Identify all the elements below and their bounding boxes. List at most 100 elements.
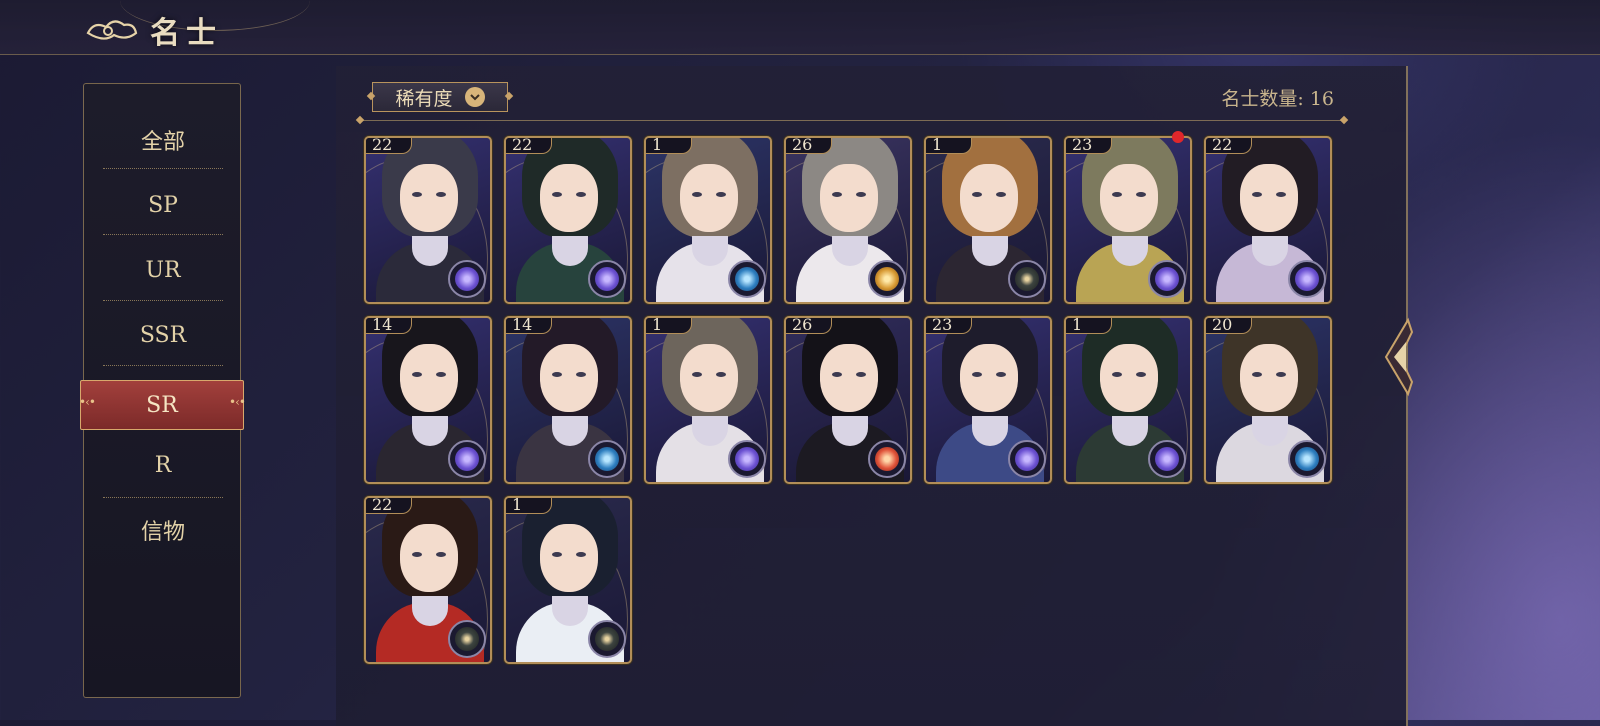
character-card[interactable]: 22 [504, 136, 632, 304]
level-badge: 22 [506, 138, 552, 154]
sidebar-item-tokens[interactable]: 信物 [102, 510, 224, 550]
level-badge: 1 [506, 498, 552, 514]
faction-orb [875, 267, 899, 291]
character-card[interactable]: 23 [1064, 136, 1192, 304]
character-card[interactable]: 23 [924, 316, 1052, 484]
portrait-eye [1136, 192, 1146, 197]
character-card[interactable]: 1 [644, 136, 772, 304]
faction-dark-icon [448, 620, 486, 658]
portrait-eye [1276, 192, 1286, 197]
level-badge: 22 [366, 498, 412, 514]
faction-orb [455, 447, 479, 471]
faction-orb [455, 627, 479, 651]
faction-blue-icon [588, 440, 626, 478]
portrait-eye [1112, 372, 1122, 377]
character-card[interactable]: 22 [364, 136, 492, 304]
character-card[interactable]: 14 [364, 316, 492, 484]
portrait-face [540, 344, 598, 412]
portrait-eye [552, 552, 562, 557]
faction-red-icon [868, 440, 906, 478]
faction-blue-icon [1288, 440, 1326, 478]
level-badge: 23 [926, 318, 972, 334]
rarity-filter-label: 稀有度 [395, 87, 453, 110]
portrait-eye [1112, 192, 1122, 197]
rarity-filter-dropdown[interactable]: 稀有度 [366, 82, 514, 112]
portrait-face [820, 164, 878, 232]
faction-orb [1295, 447, 1319, 471]
sidebar-item-sr[interactable]: SR [79, 380, 245, 430]
character-card[interactable]: 1 [504, 496, 632, 664]
character-card[interactable]: 1 [644, 316, 772, 484]
level-badge: 14 [366, 318, 412, 334]
collapse-arrow-icon[interactable] [1382, 312, 1416, 402]
portrait-eye [552, 372, 562, 377]
character-card[interactable]: 1 [924, 136, 1052, 304]
faction-orb [1015, 267, 1039, 291]
portrait-eye [436, 552, 446, 557]
character-card[interactable]: 26 [784, 136, 912, 304]
faction-blue-icon [728, 260, 766, 298]
portrait-face [400, 524, 458, 592]
portrait-eye [716, 192, 726, 197]
rarity-sidebar: 全部 SP UR SSR SR R 信物 [79, 83, 245, 698]
portrait-face [1240, 344, 1298, 412]
portrait-eye [856, 192, 866, 197]
faction-purple-icon [588, 260, 626, 298]
faction-orb [1295, 267, 1319, 291]
portrait-eye [716, 372, 726, 377]
sidebar-item-ssr[interactable]: SSR [102, 315, 224, 355]
level-badge: 22 [366, 138, 412, 154]
portrait-eye [1276, 372, 1286, 377]
sidebar-item-label: R [154, 452, 172, 478]
faction-orb [1155, 447, 1179, 471]
level-badge: 1 [926, 138, 972, 154]
portrait-eye [412, 372, 422, 377]
faction-gold-icon [868, 260, 906, 298]
sidebar-divider [103, 365, 223, 366]
sidebar-item-label: SP [148, 192, 178, 218]
portrait-eye [996, 192, 1006, 197]
sidebar-item-ur[interactable]: UR [102, 250, 224, 290]
portrait-face [960, 164, 1018, 232]
portrait-eye [412, 192, 422, 197]
portrait-face [540, 524, 598, 592]
character-count: 名士数量: 16 [1221, 88, 1334, 110]
character-card[interactable]: 1 [1064, 316, 1192, 484]
portrait-eye [1252, 372, 1262, 377]
portrait-eye [692, 372, 702, 377]
faction-orb [455, 267, 479, 291]
sidebar-item-r[interactable]: R [102, 445, 224, 485]
level-badge: 1 [646, 138, 692, 154]
portrait-eye [972, 372, 982, 377]
faction-purple-icon [448, 260, 486, 298]
character-card[interactable]: 26 [784, 316, 912, 484]
faction-orb [735, 267, 759, 291]
sidebar-item-sp[interactable]: SP [102, 185, 224, 225]
portrait-eye [576, 372, 586, 377]
character-card[interactable]: 22 [1204, 136, 1332, 304]
level-badge: 26 [786, 318, 832, 334]
portrait-eye [692, 192, 702, 197]
sidebar-item-label: SR [146, 392, 178, 418]
character-card[interactable]: 22 [364, 496, 492, 664]
portrait-eye [996, 372, 1006, 377]
level-badge: 1 [646, 318, 692, 334]
sidebar-item-all[interactable]: 全部 [102, 120, 224, 160]
portrait-face [540, 164, 598, 232]
faction-orb [595, 447, 619, 471]
page-title: 名士 [150, 16, 222, 51]
notification-badge [1172, 131, 1184, 143]
faction-dark-icon [588, 620, 626, 658]
portrait-eye [856, 372, 866, 377]
faction-orb [735, 447, 759, 471]
character-card[interactable]: 20 [1204, 316, 1332, 484]
portrait-eye [1252, 192, 1262, 197]
portrait-face [960, 344, 1018, 412]
character-card[interactable]: 14 [504, 316, 632, 484]
portrait-eye [576, 192, 586, 197]
character-grid: 22 22 1 26 1 23 22 14 14 1 26 23 1 20 22 1 [364, 136, 1344, 666]
faction-dark-icon [1008, 260, 1046, 298]
sidebar-item-label: SSR [139, 322, 187, 348]
faction-purple-icon [1008, 440, 1046, 478]
portrait-eye [552, 192, 562, 197]
